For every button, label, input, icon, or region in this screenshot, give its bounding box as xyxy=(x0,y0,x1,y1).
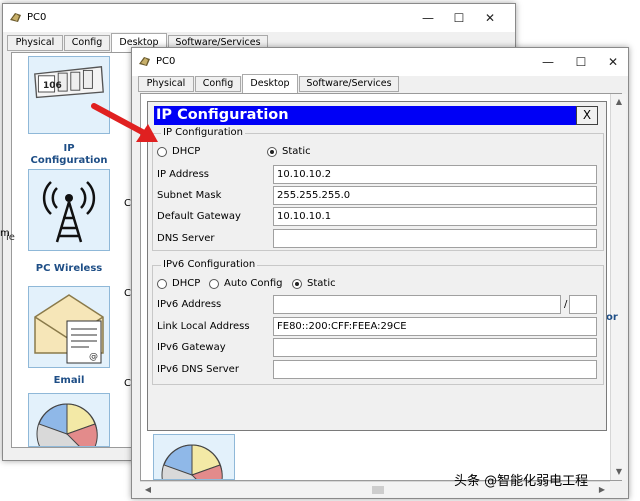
tab-desktop[interactable]: Desktop xyxy=(242,74,298,93)
back-window-title: PC0 xyxy=(27,12,47,23)
ipv4-static-radio[interactable] xyxy=(267,147,277,157)
ip-address-label: IP Address xyxy=(157,169,209,180)
pc-wireless-label: PC Wireless xyxy=(35,263,103,274)
tab-config[interactable]: Config xyxy=(64,35,110,51)
ipv6-dns-server-label: IPv6 DNS Server xyxy=(157,364,239,375)
ipv6-gateway-label: IPv6 Gateway xyxy=(157,342,226,353)
partial-text-c1: C xyxy=(124,198,131,209)
link-local-address-label: Link Local Address xyxy=(157,321,250,332)
maximize-button[interactable]: ☐ xyxy=(570,52,592,72)
ipv6-dhcp-radio[interactable] xyxy=(157,279,167,289)
ip-configuration-dialog: IP Configuration X IP Configuration DHCP… xyxy=(147,101,607,431)
ipv6-auto-config-label: Auto Config xyxy=(224,278,283,289)
dialog-close-button[interactable]: X xyxy=(576,106,598,125)
scroll-right-icon[interactable]: ▶ xyxy=(594,482,610,498)
arrow-pointer-icon xyxy=(91,103,158,142)
dns-server-label: DNS Server xyxy=(157,233,215,244)
link-local-address-field[interactable]: FE80::200:CFF:FEEA:29CE xyxy=(273,317,597,336)
ipv6-static-radio[interactable] xyxy=(292,279,302,289)
scroll-up-icon[interactable]: ▲ xyxy=(611,94,627,110)
default-gateway-label: Default Gateway xyxy=(157,211,241,222)
tab-software-services[interactable]: Software/Services xyxy=(299,76,399,92)
pc-wireless-tile[interactable] xyxy=(28,169,110,251)
ipv4-dhcp-label: DHCP xyxy=(172,146,201,157)
ipv4-legend: IP Configuration xyxy=(161,127,245,138)
ipv6-gateway-field[interactable] xyxy=(273,338,597,357)
partial-text-c2: C xyxy=(124,288,131,299)
default-gateway-field[interactable]: 10.10.10.1 xyxy=(273,207,597,226)
scroll-thumb[interactable] xyxy=(372,486,384,494)
ipv6-static-label: Static xyxy=(307,278,336,289)
close-button[interactable]: ✕ xyxy=(602,52,624,72)
web-browser-tile[interactable] xyxy=(28,393,110,447)
minimize-button[interactable]: — xyxy=(417,8,439,28)
minimize-button[interactable]: — xyxy=(537,52,559,72)
app-icon xyxy=(10,13,21,22)
close-button[interactable]: ✕ xyxy=(479,8,501,28)
subnet-mask-field[interactable]: 255.255.255.0 xyxy=(273,186,597,205)
ipv6-address-field[interactable] xyxy=(273,295,561,314)
partial-text-m: m xyxy=(0,228,10,239)
partial-text-c3: C xyxy=(124,378,131,389)
ipv6-prefix-field[interactable] xyxy=(569,295,597,314)
ipv6-address-label: IPv6 Address xyxy=(157,299,222,310)
web-browser-tile[interactable] xyxy=(153,434,235,480)
app-icon xyxy=(139,57,150,66)
ip-configuration-title: IP Configuration xyxy=(154,106,598,125)
email-label: Email xyxy=(53,375,85,386)
ipv6-dns-server-field[interactable] xyxy=(273,360,597,379)
ipv6-legend: IPv6 Configuration xyxy=(161,259,258,270)
envelope-icon: @ xyxy=(34,294,104,364)
wireless-tower-icon xyxy=(42,181,96,243)
ipv6-auto-config-radio[interactable] xyxy=(209,279,219,289)
partial-text-or: or xyxy=(606,312,618,323)
ip-address-field[interactable]: 10.10.10.2 xyxy=(273,165,597,184)
pie-chart-icon xyxy=(161,444,223,479)
vertical-scrollbar[interactable]: ▲ ▼ xyxy=(610,94,626,480)
dns-server-field[interactable] xyxy=(273,229,597,248)
email-tile[interactable]: @ xyxy=(28,286,110,368)
maximize-button[interactable]: ☐ xyxy=(448,8,470,28)
svg-text:@: @ xyxy=(89,352,98,362)
pie-chart-icon xyxy=(36,403,98,446)
tab-physical[interactable]: Physical xyxy=(138,76,194,92)
tab-config[interactable]: Config xyxy=(195,76,241,92)
front-window-title: PC0 xyxy=(156,56,176,67)
subnet-mask-label: Subnet Mask xyxy=(157,190,222,201)
prefix-slash: / xyxy=(564,299,568,310)
scroll-down-icon[interactable]: ▼ xyxy=(611,464,627,480)
tab-physical[interactable]: Physical xyxy=(7,35,63,51)
back-window-titlebar[interactable]: PC0 — ☐ ✕ xyxy=(3,4,515,32)
scroll-left-icon[interactable]: ◀ xyxy=(140,482,156,498)
watermark: 头条 @智能化弱电工程 xyxy=(454,474,589,489)
front-window-titlebar[interactable]: PC0 — ☐ ✕ xyxy=(132,48,628,76)
ip-badge: 106 xyxy=(43,81,62,91)
ipv6-dhcp-label: DHCP xyxy=(172,278,201,289)
ipv4-static-label: Static xyxy=(282,146,311,157)
